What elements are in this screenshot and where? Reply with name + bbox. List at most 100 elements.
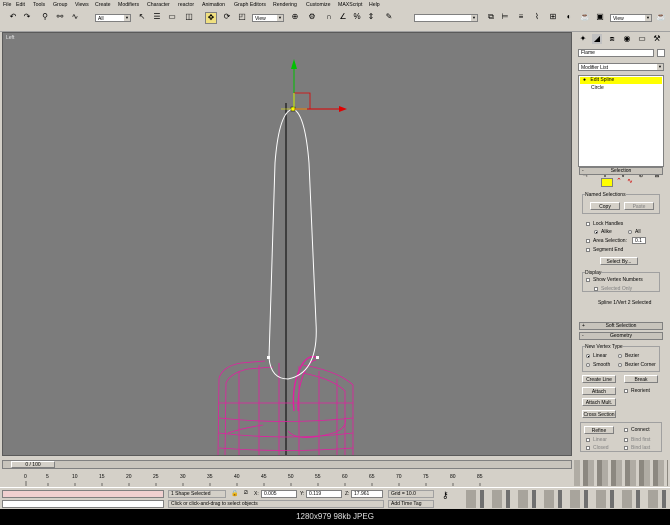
menu-customize[interactable]: Customize — [306, 2, 331, 8]
quick-render-icon[interactable]: ▣ — [595, 12, 605, 22]
bind-first-checkbox[interactable] — [624, 438, 628, 442]
add-time-tag-button[interactable]: Add Time Tag — [388, 500, 434, 508]
vertex-level-icon[interactable] — [601, 178, 613, 187]
area-selection-checkbox[interactable] — [586, 239, 590, 243]
break-button[interactable]: Break — [624, 375, 658, 383]
paste-button[interactable]: Paste — [624, 202, 654, 210]
schematic-view-icon[interactable]: ⊞ — [548, 12, 558, 22]
selection-filter-dropdown[interactable]: All ▼ — [95, 14, 131, 22]
redo-icon[interactable]: ↷ — [22, 12, 32, 22]
menu-modifiers[interactable]: Modifiers — [118, 2, 139, 8]
menu-maxscript[interactable]: MAXScript — [338, 2, 363, 8]
unlink-icon[interactable]: ⚯ — [55, 12, 65, 22]
maxscript-listener-field[interactable] — [2, 490, 164, 498]
closed-checkbox[interactable] — [586, 446, 590, 450]
lock-handles-checkbox[interactable] — [586, 222, 590, 226]
absolute-mode-icon[interactable]: ⧄ — [244, 490, 248, 497]
spinner-snap-icon[interactable]: ⇕ — [366, 12, 376, 22]
lock-selection-icon[interactable]: 🔒 — [231, 490, 238, 497]
mirror-icon[interactable]: ⧉ — [486, 12, 496, 22]
hierarchy-tab-icon[interactable]: ⧈ — [607, 34, 617, 44]
render-scene-icon[interactable]: ☕ — [580, 12, 590, 22]
copy-button[interactable]: Copy — [590, 202, 620, 210]
refine-button[interactable]: Refine — [584, 426, 614, 434]
curve-editor-icon[interactable]: ⌇ — [532, 12, 542, 22]
display-tab-icon[interactable]: ▭ — [637, 34, 647, 44]
y-coordinate-field[interactable]: 0.119 — [306, 490, 342, 498]
area-selection-spinner[interactable]: 0.1 — [632, 237, 646, 244]
undo-icon[interactable]: ↶ — [8, 12, 18, 22]
stack-item-edit-spline[interactable]: ● Edit Spline — [580, 77, 662, 84]
pivot-center-icon[interactable]: ⊕ — [290, 12, 300, 22]
time-slider-handle[interactable]: 0 / 100 — [11, 461, 55, 468]
utilities-tab-icon[interactable]: ⚒ — [652, 34, 662, 44]
stack-item-circle[interactable]: Circle — [591, 85, 604, 91]
soft-selection-rollout-header[interactable]: + Soft Selection — [579, 322, 663, 330]
align-icon[interactable]: ⊨ — [500, 12, 510, 22]
link-icon[interactable]: ⚲ — [40, 12, 50, 22]
render-last-icon[interactable]: ☕ — [656, 12, 666, 22]
create-tab-icon[interactable]: ✦ — [578, 34, 588, 44]
object-name-field[interactable]: Flame — [578, 49, 654, 57]
maxscript-output-field[interactable] — [2, 500, 164, 508]
menu-character[interactable]: Character — [147, 2, 170, 8]
segment-level-icon[interactable]: ⌃ — [616, 177, 622, 185]
material-editor-icon[interactable]: ◐ — [564, 12, 574, 22]
modifier-list-dropdown[interactable]: Modifier List ▼ — [578, 63, 664, 71]
menu-reactor[interactable]: reactor — [178, 2, 194, 8]
angle-snap-icon[interactable]: ∠ — [338, 12, 348, 22]
reference-coordinate-dropdown[interactable]: View ▼ — [252, 14, 284, 22]
modify-tab-icon[interactable]: ◢ — [592, 34, 602, 44]
select-object-icon[interactable]: ↖ — [137, 12, 147, 22]
segment-end-checkbox[interactable] — [586, 248, 590, 252]
layer-manager-icon[interactable]: ≡ — [516, 12, 526, 22]
menu-create[interactable]: Create — [95, 2, 111, 8]
percent-snap-icon[interactable]: % — [352, 12, 362, 22]
smooth-radio[interactable] — [586, 363, 590, 367]
rectangular-selection-icon[interactable]: ▭ — [167, 12, 177, 22]
z-coordinate-field[interactable]: 17.961 — [351, 490, 383, 498]
create-line-button[interactable]: Create Line — [582, 375, 616, 383]
menu-rendering[interactable]: Rendering — [273, 2, 297, 8]
left-viewport[interactable]: Left — [2, 32, 572, 456]
select-move-icon[interactable]: ✥ — [205, 12, 217, 24]
playback-controls-strip[interactable] — [466, 490, 666, 508]
bind-last-checkbox[interactable] — [624, 446, 628, 450]
select-manipulate-icon[interactable]: ⚙ — [307, 12, 317, 22]
menu-help[interactable]: Help — [369, 2, 380, 8]
x-coordinate-field[interactable]: 0.005 — [261, 490, 297, 498]
selection-rollout-header[interactable]: - Selection — [579, 167, 663, 175]
show-vertex-numbers-checkbox[interactable] — [586, 278, 590, 282]
select-by-name-icon[interactable]: ☰ — [152, 12, 162, 22]
bezier-corner-radio[interactable] — [618, 363, 622, 367]
spline-level-icon[interactable]: ∿ — [627, 177, 633, 185]
attach-button[interactable]: Attach — [582, 387, 616, 395]
alike-radio[interactable] — [594, 230, 598, 234]
timeline-ruler[interactable]: 0 5 10 15 20 25 30 35 40 45 50 55 60 65 … — [2, 472, 572, 486]
all-radio[interactable] — [628, 230, 632, 234]
object-color-swatch[interactable] — [657, 49, 665, 57]
menu-file[interactable]: File — [3, 2, 11, 8]
select-scale-icon[interactable]: ◰ — [237, 12, 247, 22]
render-type-dropdown[interactable]: View ▼ — [610, 14, 652, 22]
key-icon[interactable]: ⚷ — [442, 490, 449, 501]
menu-edit[interactable]: Edit — [16, 2, 25, 8]
snap-toggle-icon[interactable]: ∩ — [324, 12, 334, 22]
menu-animation[interactable]: Animation — [202, 2, 225, 8]
selected-only-checkbox[interactable] — [594, 287, 598, 291]
time-controls-strip[interactable] — [574, 460, 668, 486]
motion-tab-icon[interactable]: ◉ — [622, 34, 632, 44]
edit-named-selection-icon[interactable]: ✎ — [384, 12, 394, 22]
select-rotate-icon[interactable]: ⟳ — [222, 12, 232, 22]
linear-radio[interactable] — [586, 354, 590, 358]
bind-spacewarp-icon[interactable]: ∿ — [70, 12, 80, 22]
cross-section-button[interactable]: Cross Section — [582, 410, 616, 418]
menu-tools[interactable]: Tools — [33, 2, 45, 8]
select-by-button[interactable]: Select By... — [600, 257, 638, 265]
menu-graph-editors[interactable]: Graph Editors — [234, 2, 266, 8]
refine-linear-checkbox[interactable] — [586, 438, 590, 442]
named-selection-sets-dropdown[interactable]: ▼ — [414, 14, 478, 22]
time-slider-track[interactable]: 0 / 100 — [2, 460, 572, 469]
connect-checkbox[interactable] — [624, 428, 628, 432]
bezier-radio[interactable] — [618, 354, 622, 358]
